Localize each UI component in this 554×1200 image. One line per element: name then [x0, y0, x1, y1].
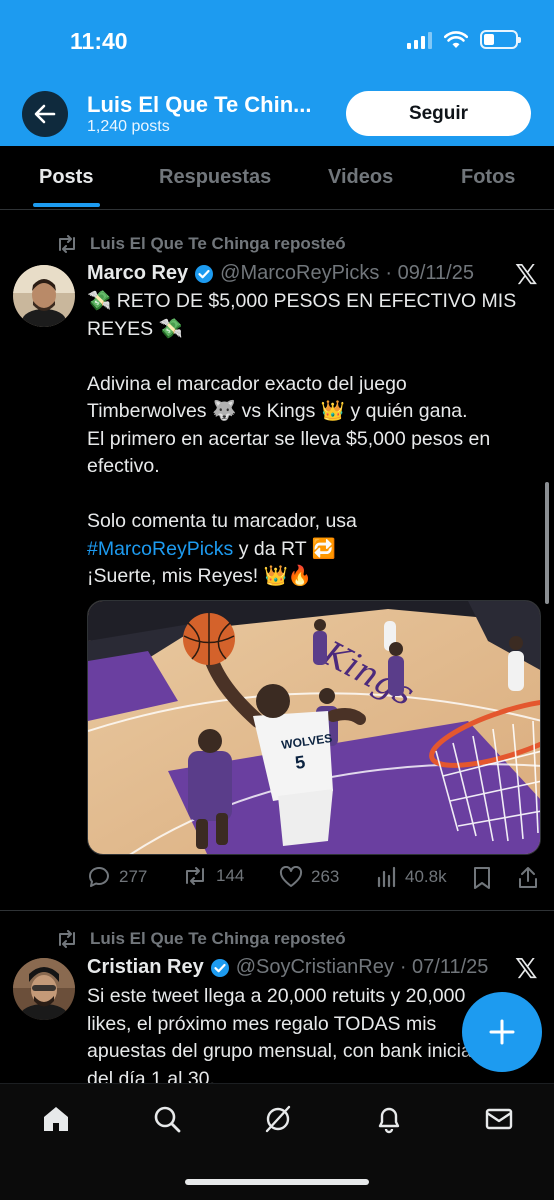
post-actions: 277 144 263 40.8k	[87, 866, 542, 894]
author-name[interactable]: Cristian Rey	[87, 956, 204, 979]
post-line: El primero en acertar se lleva $5,000 pe…	[87, 427, 491, 450]
repost-icon	[59, 235, 75, 253]
like-icon	[279, 866, 303, 887]
repost-context[interactable]: Luis El Que Te Chinga reposteó	[56, 234, 346, 254]
post-divider	[0, 910, 554, 911]
grok-icon	[265, 1105, 291, 1133]
x-logo-icon: 𝕏	[515, 953, 538, 984]
post-author-row: Marco Rey @MarcoReyPicks · 09/11/25	[87, 262, 474, 285]
posts-count: 1,240 posts	[87, 118, 170, 135]
post-body: 💸 RETO DE $5,000 PESOS EN EFECTIVO MIS R…	[87, 288, 542, 591]
verified-icon	[210, 958, 229, 977]
compose-button[interactable]	[462, 992, 542, 1072]
tab-respuestas[interactable]: Respuestas	[159, 166, 271, 189]
like-count: 263	[311, 867, 340, 886]
post-line: Timberwolves 🐺 vs Kings 👑 y quién gana.	[87, 400, 468, 422]
post-media-image[interactable]: Kings WOLVES 5	[87, 600, 541, 855]
repost-count: 144	[216, 866, 245, 885]
hashtag-suffix: y da RT 🔁	[233, 537, 336, 560]
repost-icon	[186, 867, 204, 885]
avatar[interactable]	[13, 958, 75, 1020]
bookmark-button[interactable]	[472, 866, 492, 890]
search-icon	[154, 1106, 181, 1133]
post-line: efectivo.	[87, 455, 160, 477]
repost-label: Luis El Que Te Chinga reposteó	[90, 929, 346, 948]
active-tab-indicator	[33, 203, 100, 207]
share-button[interactable]	[517, 866, 539, 890]
views-icon	[377, 866, 396, 888]
nav-notifications[interactable]	[372, 1102, 406, 1136]
post-line: Solo comenta tu marcador, usa	[87, 510, 357, 532]
mail-icon	[485, 1108, 513, 1130]
post-author-row: Cristian Rey @SoyCristianRey · 07/11/25	[87, 956, 488, 979]
nav-messages[interactable]	[482, 1102, 516, 1136]
share-icon	[519, 867, 537, 888]
scrollbar[interactable]	[545, 482, 549, 604]
reply-button[interactable]: 277	[87, 866, 147, 888]
profile-header: 11:40 Luis El Que Te Chin... 1,240 posts…	[0, 0, 554, 146]
nav-home[interactable]	[39, 1102, 73, 1136]
battery-icon	[480, 30, 521, 49]
post-line: 💸 RETO DE $5,000 PESOS EN EFECTIVO MIS	[87, 290, 517, 312]
author-name[interactable]: Marco Rey	[87, 262, 188, 285]
signal-icon	[407, 31, 432, 49]
bell-icon	[378, 1107, 400, 1134]
avatar[interactable]	[13, 265, 75, 327]
tab-fotos[interactable]: Fotos	[461, 166, 515, 189]
author-handle[interactable]: @SoyCristianRey	[236, 956, 394, 979]
follow-button[interactable]: Seguir	[346, 91, 531, 136]
post-line: Adivina el marcador exacto del juego	[87, 372, 407, 395]
post-date: · 09/11/25	[385, 262, 474, 284]
repost-icon	[59, 930, 75, 948]
x-logo-icon: 𝕏	[515, 259, 538, 290]
post-line: ¡Suerte, mis Reyes! 👑🔥	[87, 565, 313, 587]
views-count: 40.8k	[405, 867, 447, 886]
nav-grok[interactable]	[261, 1102, 295, 1136]
post-line: #MarcoReyPicks y da RT 🔁	[87, 536, 542, 564]
home-icon	[44, 1107, 68, 1131]
hashtag-link[interactable]: #MarcoReyPicks	[87, 538, 233, 560]
status-icons	[407, 30, 521, 49]
post-date: · 07/11/25	[399, 956, 489, 978]
author-handle[interactable]: @MarcoReyPicks	[220, 262, 379, 285]
plus-icon	[489, 1019, 515, 1045]
tab-videos[interactable]: Videos	[328, 166, 393, 189]
repost-context[interactable]: Luis El Que Te Chinga reposteó	[56, 929, 346, 949]
wifi-icon	[444, 30, 468, 48]
bookmark-icon	[474, 867, 490, 889]
profile-tabs: Posts Respuestas Videos Fotos	[0, 146, 554, 210]
verified-icon	[195, 264, 214, 283]
reply-count: 277	[119, 867, 148, 886]
profile-name: Luis El Que Te Chin...	[87, 92, 312, 117]
home-indicator	[185, 1179, 369, 1185]
back-button[interactable]	[22, 91, 68, 137]
post-line: REYES 💸	[87, 317, 183, 340]
nav-search[interactable]	[150, 1102, 184, 1136]
views-button[interactable]: 40.8k	[375, 866, 447, 888]
back-arrow-icon	[34, 104, 56, 124]
status-time: 11:40	[70, 28, 128, 54]
like-button[interactable]: 263	[279, 866, 339, 888]
reply-icon	[88, 866, 109, 887]
tab-posts[interactable]: Posts	[39, 166, 93, 189]
repost-label: Luis El Que Te Chinga reposteó	[90, 234, 346, 253]
repost-button[interactable]: 144	[182, 866, 244, 886]
